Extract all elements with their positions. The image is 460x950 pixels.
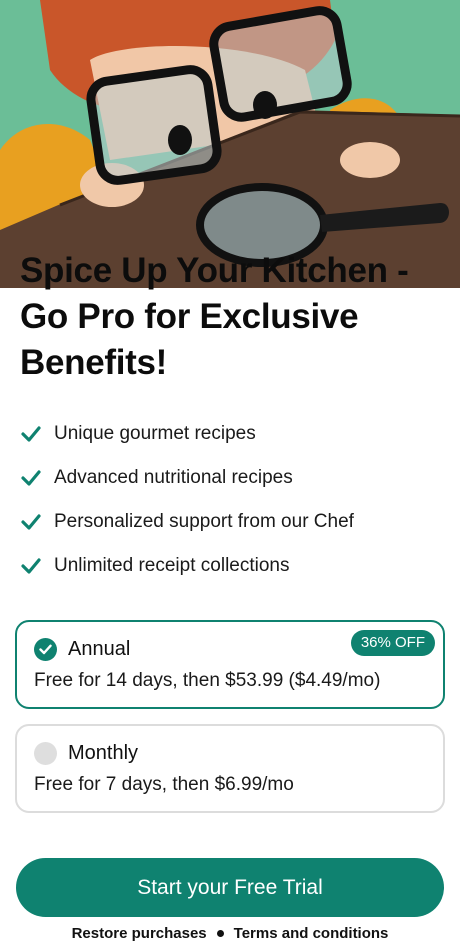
feature-label: Personalized support from our Chef <box>54 511 354 532</box>
terms-link[interactable]: Terms and conditions <box>234 925 389 942</box>
feature-label: Advanced nutritional recipes <box>54 467 293 488</box>
plan-detail: Free for 14 days, then $53.99 ($4.49/mo) <box>34 670 381 691</box>
hero-illustration <box>0 0 460 288</box>
feature-item: Personalized support from our Chef <box>20 500 440 544</box>
feature-label: Unlimited receipt collections <box>54 555 290 576</box>
plan-name: Annual <box>68 638 131 660</box>
plan-header: Monthly <box>34 742 138 765</box>
footer-links: Restore purchases Terms and conditions <box>0 925 460 942</box>
discount-badge: 36% OFF <box>350 630 435 656</box>
feature-label: Unique gourmet recipes <box>54 423 256 444</box>
feature-item: Unlimited receipt collections <box>20 544 440 588</box>
plan-name: Monthly <box>68 742 139 764</box>
check-icon <box>20 423 42 445</box>
plan-header: Annual <box>34 638 130 661</box>
feature-item: Advanced nutritional recipes <box>20 456 440 500</box>
page-title: Spice Up Your Kitchen - Go Pro for Exclu… <box>20 251 409 382</box>
check-icon <box>20 467 42 489</box>
radio-checked-icon[interactable] <box>34 638 57 661</box>
check-icon <box>20 555 42 577</box>
plan-option-annual[interactable]: Annual 36% OFF Free for 14 days, then $5… <box>15 620 445 709</box>
feature-item: Unique gourmet recipes <box>20 412 440 456</box>
restore-purchases-link[interactable]: Restore purchases <box>72 925 207 942</box>
radio-unchecked-icon[interactable] <box>34 742 57 765</box>
plan-detail: Free for 7 days, then $6.99/mo <box>34 774 294 795</box>
start-free-trial-button[interactable]: Start your Free Trial <box>16 858 444 917</box>
plan-option-monthly[interactable]: Monthly Free for 7 days, then $6.99/mo <box>15 724 445 813</box>
check-icon <box>20 511 42 533</box>
feature-list: Unique gourmet recipes Advanced nutritio… <box>20 412 440 588</box>
separator-dot <box>216 930 224 937</box>
child-with-magnifier-illustration <box>0 0 460 288</box>
